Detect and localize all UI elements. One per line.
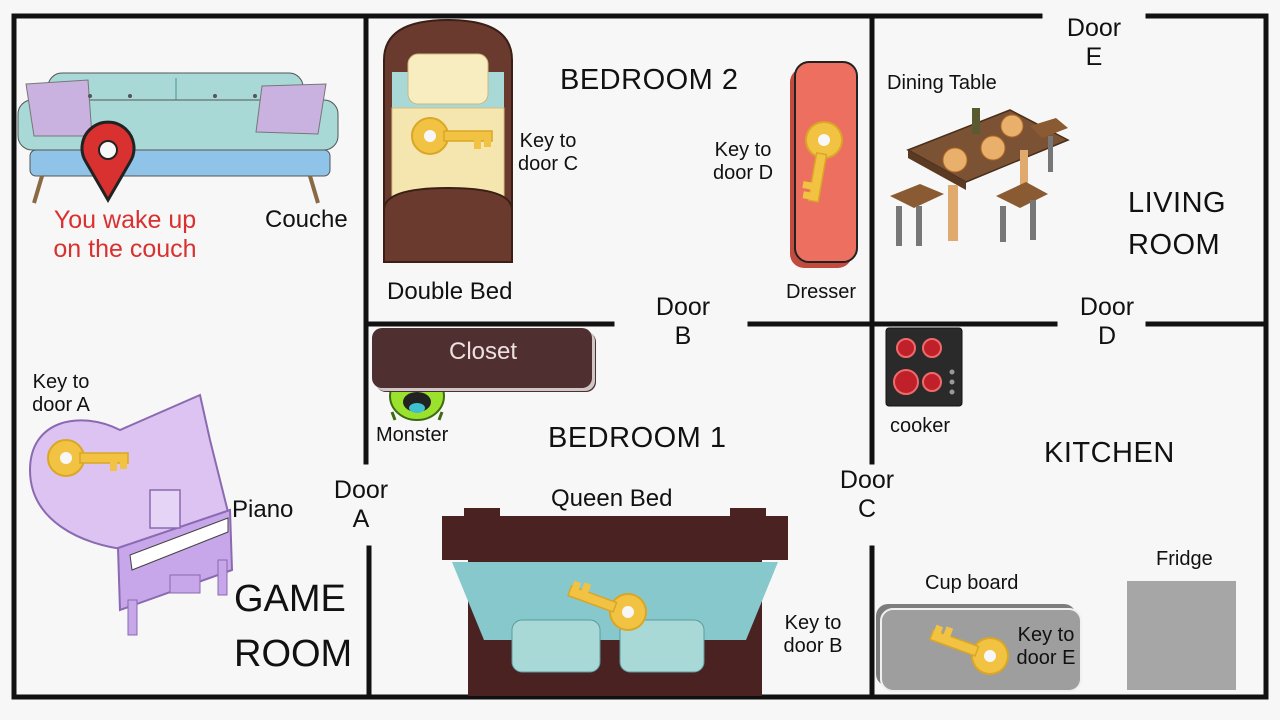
door-label-line: Door	[655, 293, 711, 321]
door-label-line: E	[1085, 42, 1103, 71]
piano-label: Piano	[232, 496, 294, 523]
queen-bed-label: Queen Bed	[551, 485, 673, 512]
key-label-line: door B	[783, 635, 843, 657]
cooker-label: cooker	[890, 415, 951, 437]
couch-icon	[17, 72, 339, 204]
room-label-kitchen: KITCHEN	[1044, 437, 1175, 469]
cupboard-label: Cup board	[925, 572, 1019, 594]
door-label-line: A	[352, 504, 370, 533]
closet-label: Closet	[448, 338, 518, 365]
key-label-line: door A	[32, 394, 90, 416]
door-label-line: Door	[333, 476, 389, 504]
fridge-icon	[1127, 581, 1236, 690]
key-label-line: door E	[1016, 647, 1076, 669]
dining-table-icon	[890, 108, 1070, 246]
location-pin-icon	[80, 120, 136, 203]
monster-label: Monster	[376, 424, 449, 446]
door-label-a: Door A	[329, 476, 393, 534]
couch-label: Couche	[265, 206, 348, 233]
piano-icon	[28, 393, 234, 636]
fridge-label: Fridge	[1156, 548, 1213, 570]
room-label-living-room: LIVING ROOM	[1128, 182, 1226, 266]
key-label-line: Key to	[784, 612, 842, 634]
room-label-line: LIVING	[1128, 187, 1227, 219]
door-label-b: Door B	[651, 293, 715, 351]
key-label-line: Key to	[1017, 624, 1075, 646]
key-label-line: door D	[712, 162, 774, 184]
floor-plan: BEDROOM 2 BEDROOM 1 KITCHEN LIVING ROOM …	[0, 0, 1280, 720]
door-label-d: Door D	[1075, 293, 1139, 351]
cooker-icon	[885, 327, 963, 407]
floor-plan-drawing	[11, 13, 1269, 700]
key-label-d: Key to door D	[710, 139, 776, 185]
room-label-line: ROOM	[1128, 229, 1221, 262]
door-label-line: Door	[839, 466, 895, 494]
dresser-label: Dresser	[786, 281, 857, 303]
door-label-line: Door	[1079, 293, 1135, 321]
room-label-line: GAME	[234, 578, 346, 620]
key-label-e: Key to door E	[1012, 624, 1080, 670]
start-note: You wake up on the couch	[42, 206, 208, 264]
room-label-game-room: GAME ROOM	[234, 572, 352, 682]
start-note-line: You wake up	[53, 206, 197, 234]
room-label-line: ROOM	[234, 633, 353, 676]
key-label-line: Key to	[519, 130, 577, 152]
double-bed-label: Double Bed	[387, 278, 513, 305]
door-label-line: C	[857, 494, 877, 523]
start-note-line: on the couch	[53, 234, 197, 263]
key-label-line: Key to	[32, 371, 90, 393]
key-label-a: Key to door A	[28, 371, 94, 417]
door-label-line: Door	[1066, 14, 1122, 42]
door-label-line: D	[1097, 321, 1117, 350]
key-label-c: Key to door C	[515, 130, 581, 176]
door-label-c: Door C	[835, 466, 899, 524]
room-label-bedroom-2: BEDROOM 2	[560, 64, 739, 96]
key-label-line: Key to	[714, 139, 772, 161]
key-label-b: Key to door B	[778, 612, 848, 658]
dining-table-label: Dining Table	[887, 72, 997, 94]
room-label-bedroom-1: BEDROOM 1	[548, 422, 727, 454]
key-label-line: door C	[517, 153, 579, 175]
door-label-line: B	[674, 321, 692, 350]
door-label-e: Door E	[1062, 14, 1126, 72]
